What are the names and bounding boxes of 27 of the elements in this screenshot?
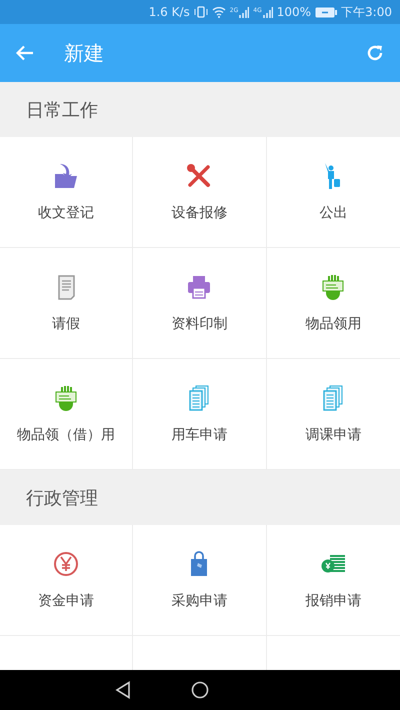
refresh-icon <box>366 44 384 62</box>
signal-icon <box>262 6 273 18</box>
signal-icon <box>239 6 250 18</box>
back-button[interactable] <box>115 681 131 699</box>
home-button[interactable] <box>191 681 209 699</box>
grid-item[interactable]: 资金申请 <box>0 525 134 636</box>
grid-item[interactable]: 资料印制 <box>133 248 267 359</box>
vibrate-icon <box>194 6 208 18</box>
wifi-icon <box>212 6 226 18</box>
clock: 下午3:00 <box>341 4 392 20</box>
home-icon <box>191 681 209 699</box>
battery-icon <box>315 6 338 18</box>
section-header: 日常工作 <box>26 98 98 122</box>
back-icon <box>115 681 131 699</box>
battery-level: 100% <box>276 5 312 19</box>
grid-item[interactable]: 收文登记 <box>0 137 134 248</box>
page-title: 新建 <box>64 40 105 66</box>
grid-item[interactable]: 采购申请 <box>133 525 267 636</box>
section-header: 行政管理 <box>26 486 98 510</box>
grid-item[interactable]: 用车申请 <box>133 359 267 470</box>
grid-item[interactable]: 设备报修 <box>133 137 267 248</box>
refresh-button[interactable] <box>366 44 384 62</box>
yen-icon <box>52 550 80 578</box>
network-speed: 1.6 K/s <box>148 5 190 19</box>
grid-item[interactable]: 物品领（借）用 <box>0 359 134 470</box>
back-arrow-icon <box>16 45 34 61</box>
grid-item[interactable]: 请假 <box>0 248 134 359</box>
